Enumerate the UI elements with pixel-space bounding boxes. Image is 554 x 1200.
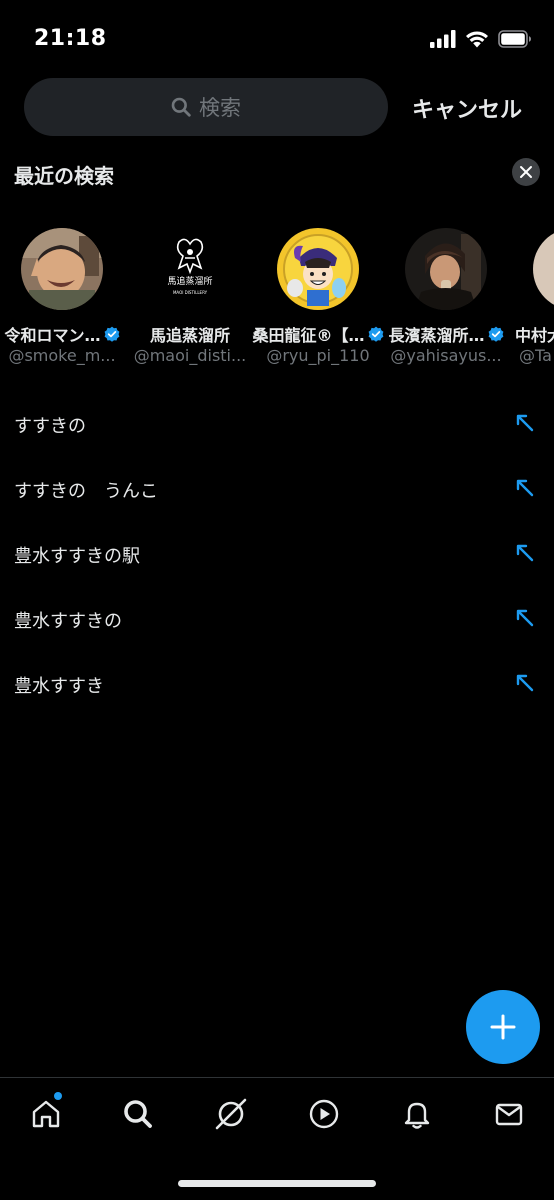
user-name: 中村大 — [515, 326, 554, 345]
maoi-logo-icon: 馬追蒸溜所 MAOI DISTILLERY — [149, 228, 231, 310]
user-name-line: 令和ロマン… — [0, 322, 126, 346]
query-text: 豊水すすき — [14, 676, 104, 697]
recent-query-item[interactable]: すすきの うんこ — [0, 457, 554, 522]
arrow-up-left-icon[interactable] — [514, 412, 536, 434]
recent-query-item[interactable]: 豊水すすき — [0, 652, 554, 717]
avatar: 馬追蒸溜所 MAOI DISTILLERY — [149, 228, 231, 310]
user-name: 馬追蒸溜所 — [149, 326, 230, 345]
search-placeholder: 検索 — [199, 96, 241, 120]
recent-query-item[interactable]: すすきの — [0, 392, 554, 457]
avatar — [405, 228, 487, 310]
search-icon — [171, 97, 191, 117]
clear-recent-button[interactable] — [512, 158, 540, 186]
status-icons — [430, 30, 532, 48]
recent-query-item[interactable]: 豊水すすきの — [0, 587, 554, 652]
nav-notifications[interactable] — [395, 1092, 439, 1136]
verified-badge-icon — [488, 326, 503, 342]
verified-badge-icon — [104, 326, 119, 342]
recent-user-card[interactable]: 馬追蒸溜所 MAOI DISTILLERY 馬追蒸溜所 @maoi_disti.… — [126, 226, 254, 376]
nav-video[interactable] — [302, 1092, 346, 1136]
query-text: すすきの — [14, 416, 86, 437]
nav-search[interactable] — [116, 1092, 160, 1136]
user-name-line: 長濱蒸溜所… — [382, 322, 510, 346]
cancel-button[interactable]: キャンセル — [412, 92, 522, 124]
search-header: 検索 キャンセル — [0, 78, 554, 138]
user-handle: @Ta — [519, 346, 552, 365]
avatar — [21, 228, 103, 310]
recent-queries-list: すすきの すすきの うんこ 豊水すすきの駅 豊水すすきの 豊水すすき — [0, 392, 554, 717]
user-name-line: 中村大 — [510, 322, 554, 346]
user-name: 長濱蒸溜所… — [388, 326, 485, 345]
arrow-up-left-icon[interactable] — [514, 607, 536, 629]
home-indicator — [178, 1180, 376, 1187]
plus-icon — [490, 1014, 516, 1040]
user-handle: @maoi_disti... — [133, 346, 247, 365]
compose-button[interactable] — [466, 990, 540, 1064]
screen: 21:18 検索 キャンセル 最近の検索 令和ロマン… @smoke_m... … — [0, 0, 554, 1200]
wifi-icon — [466, 31, 488, 48]
search-icon — [124, 1100, 152, 1128]
recent-query-item[interactable]: 豊水すすきの駅 — [0, 522, 554, 587]
recent-searches-title: 最近の検索 — [14, 164, 114, 188]
recent-users-row: 令和ロマン… @smoke_m... 馬追蒸溜所 MAOI DISTILLERY — [0, 226, 554, 376]
query-text: すすきの うんこ — [14, 481, 158, 502]
recent-user-card[interactable]: 中村大 @Ta — [510, 226, 554, 376]
user-name: 桑田龍征®【… — [252, 326, 365, 345]
nav-messages[interactable] — [487, 1092, 531, 1136]
user-name-line: 馬追蒸溜所 — [126, 322, 254, 346]
avatar — [533, 228, 554, 310]
search-input[interactable]: 検索 — [24, 78, 388, 136]
arrow-up-left-icon[interactable] — [514, 672, 536, 694]
status-time: 21:18 — [34, 26, 107, 51]
arrow-up-left-icon[interactable] — [514, 477, 536, 499]
arrow-up-left-icon[interactable] — [514, 542, 536, 564]
nav-grok[interactable] — [209, 1092, 253, 1136]
mail-icon — [495, 1103, 523, 1126]
logo-subtext: MAOI DISTILLERY — [173, 290, 208, 295]
query-text: 豊水すすきの駅 — [14, 546, 140, 567]
avatar — [277, 228, 359, 310]
user-name-line: 桑田龍征®【… — [252, 322, 383, 346]
cellular-signal-icon — [430, 30, 456, 48]
logo-text: 馬追蒸溜所 — [167, 275, 212, 287]
bell-icon — [404, 1102, 430, 1129]
query-text: 豊水すすきの — [14, 611, 122, 632]
notification-dot — [54, 1092, 62, 1100]
home-icon — [32, 1100, 60, 1128]
recent-user-card[interactable]: 桑田龍征®【… @ryu_pi_110 — [252, 226, 383, 376]
user-handle: @smoke_m... — [8, 346, 116, 365]
nav-home[interactable] — [24, 1092, 68, 1136]
recent-user-card[interactable]: 令和ロマン… @smoke_m... — [0, 226, 126, 376]
grok-icon — [215, 1098, 247, 1130]
user-name: 令和ロマン… — [4, 326, 101, 345]
battery-icon — [498, 30, 531, 48]
video-icon — [309, 1099, 339, 1129]
close-icon — [520, 166, 532, 178]
user-handle: @yahisayus... — [390, 346, 502, 365]
user-handle: @ryu_pi_110 — [266, 346, 370, 365]
status-bar: 21:18 — [0, 0, 554, 80]
recent-user-card[interactable]: 長濱蒸溜所… @yahisayus... — [382, 226, 510, 376]
